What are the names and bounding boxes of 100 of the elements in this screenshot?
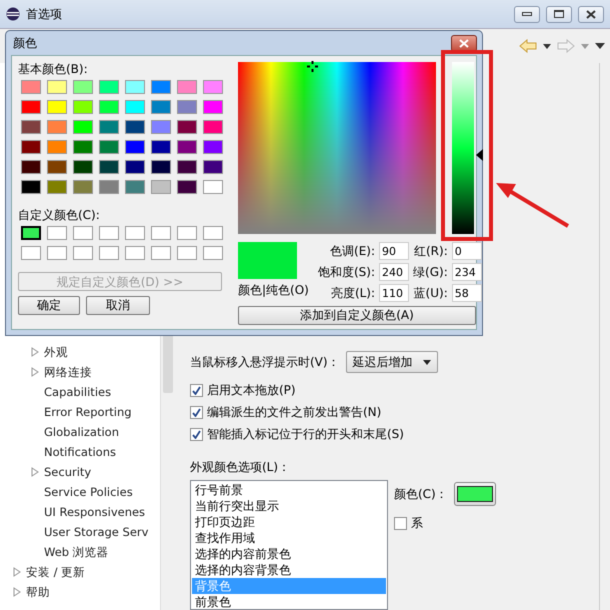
color-spectrum[interactable] <box>238 62 436 234</box>
list-item[interactable]: 行号前景 <box>192 482 386 498</box>
color-swatch[interactable] <box>47 246 67 260</box>
color-swatch[interactable] <box>99 80 119 94</box>
color-swatch[interactable] <box>151 100 171 114</box>
color-swatch[interactable] <box>125 100 145 114</box>
color-swatch[interactable] <box>21 246 41 260</box>
color-swatch[interactable] <box>151 180 171 194</box>
close-button[interactable] <box>578 6 604 22</box>
color-swatch[interactable] <box>99 246 119 260</box>
color-swatch[interactable] <box>203 140 223 154</box>
color-swatch[interactable] <box>177 226 197 240</box>
tree-item[interactable]: UI Responsivenes <box>44 505 146 519</box>
list-item[interactable]: 打印页边距 <box>192 514 386 530</box>
list-item[interactable]: 选择的内容前景色 <box>192 546 386 562</box>
color-swatch[interactable] <box>21 140 41 154</box>
color-swatch[interactable] <box>177 100 197 114</box>
color-swatch[interactable] <box>151 120 171 134</box>
color-swatch[interactable] <box>73 160 93 174</box>
list-item[interactable]: 查找作用域 <box>192 530 386 546</box>
color-swatch[interactable] <box>47 180 67 194</box>
list-item[interactable]: 前景色 <box>192 594 386 610</box>
color-swatch[interactable] <box>203 180 223 194</box>
color-swatch[interactable] <box>99 120 119 134</box>
color-swatch[interactable] <box>99 160 119 174</box>
color-swatch[interactable] <box>177 160 197 174</box>
menu-caret-icon[interactable] <box>594 42 606 50</box>
color-swatch[interactable] <box>99 180 119 194</box>
color-swatch[interactable] <box>73 140 93 154</box>
maximize-button[interactable] <box>546 6 572 22</box>
color-swatch[interactable] <box>73 120 93 134</box>
color-swatch[interactable] <box>125 160 145 174</box>
tree-item[interactable]: Error Reporting <box>44 405 132 419</box>
color-swatch[interactable] <box>177 246 197 260</box>
color-swatch[interactable] <box>47 100 67 114</box>
tree-item[interactable]: Capabilities <box>44 385 112 399</box>
color-swatch[interactable] <box>203 226 223 240</box>
color-swatch[interactable] <box>47 226 67 240</box>
slider-arrow-icon[interactable] <box>476 148 483 161</box>
tree-item[interactable]: Web 浏览器 <box>44 544 109 560</box>
color-swatch[interactable] <box>203 100 223 114</box>
cancel-button[interactable]: 取消 <box>86 296 150 315</box>
list-item[interactable]: 选择的内容背景色 <box>192 562 386 578</box>
color-swatch[interactable] <box>73 100 93 114</box>
color-swatch[interactable] <box>151 226 171 240</box>
color-swatch[interactable] <box>21 160 41 174</box>
expand-arrow-icon[interactable] <box>30 467 40 477</box>
color-swatch[interactable] <box>21 180 41 194</box>
color-swatch[interactable] <box>21 80 41 94</box>
tree-item[interactable]: 网络连接 <box>44 364 92 380</box>
color-swatch[interactable] <box>151 80 171 94</box>
color-swatch[interactable] <box>73 180 93 194</box>
color-swatch[interactable] <box>99 226 119 240</box>
color-picker-button[interactable] <box>454 482 496 506</box>
tree-item[interactable]: 安装 / 更新 <box>26 564 86 580</box>
input-field[interactable]: 90 <box>379 242 410 260</box>
input-field[interactable]: 110 <box>379 284 410 302</box>
add-to-custom-colors-button[interactable]: 添加到自定义颜色(A) <box>238 306 476 325</box>
hover-dropdown[interactable]: 延迟后增加 <box>346 351 438 373</box>
color-swatch[interactable] <box>125 80 145 94</box>
crosshair-icon[interactable] <box>307 61 318 72</box>
color-swatch[interactable] <box>125 140 145 154</box>
input-field[interactable]: 0 <box>452 242 482 260</box>
color-swatch[interactable] <box>47 140 67 154</box>
color-swatch[interactable] <box>203 160 223 174</box>
color-swatch[interactable] <box>177 140 197 154</box>
color-swatch[interactable] <box>203 120 223 134</box>
scrollbar-thumb[interactable] <box>163 333 173 393</box>
color-swatch[interactable] <box>125 180 145 194</box>
tree-item[interactable]: User Storage Serv <box>44 525 148 539</box>
checkbox[interactable] <box>190 384 203 396</box>
color-swatch[interactable] <box>203 80 223 94</box>
color-swatch[interactable] <box>47 80 67 94</box>
input-field[interactable]: 234 <box>452 263 482 281</box>
dropdown-caret-icon[interactable] <box>542 42 552 50</box>
close-button[interactable] <box>451 34 477 52</box>
color-swatch[interactable] <box>177 80 197 94</box>
color-swatch[interactable] <box>151 160 171 174</box>
checkbox[interactable] <box>190 406 203 418</box>
color-swatch[interactable] <box>177 180 197 194</box>
checkbox[interactable] <box>190 428 203 440</box>
list-item[interactable]: 当前行突出显示 <box>192 498 386 514</box>
color-swatch[interactable] <box>125 120 145 134</box>
color-swatch[interactable] <box>151 246 171 260</box>
color-swatch[interactable] <box>47 160 67 174</box>
tree-item[interactable]: Security <box>44 465 92 479</box>
minimize-button[interactable] <box>514 6 540 22</box>
color-swatch[interactable] <box>99 140 119 154</box>
tree-item[interactable]: 帮助 <box>26 584 50 600</box>
tree-item[interactable]: Service Policies <box>44 485 133 499</box>
checkbox[interactable] <box>394 516 407 530</box>
tree-item[interactable]: Notifications <box>44 445 116 459</box>
color-swatch[interactable] <box>125 246 145 260</box>
input-field[interactable]: 58 <box>452 284 482 302</box>
input-field[interactable]: 240 <box>379 263 410 281</box>
color-swatch[interactable] <box>47 120 67 134</box>
color-swatch[interactable] <box>203 246 223 260</box>
color-swatch[interactable] <box>73 246 93 260</box>
color-swatch[interactable] <box>177 120 197 134</box>
color-swatch[interactable] <box>73 80 93 94</box>
